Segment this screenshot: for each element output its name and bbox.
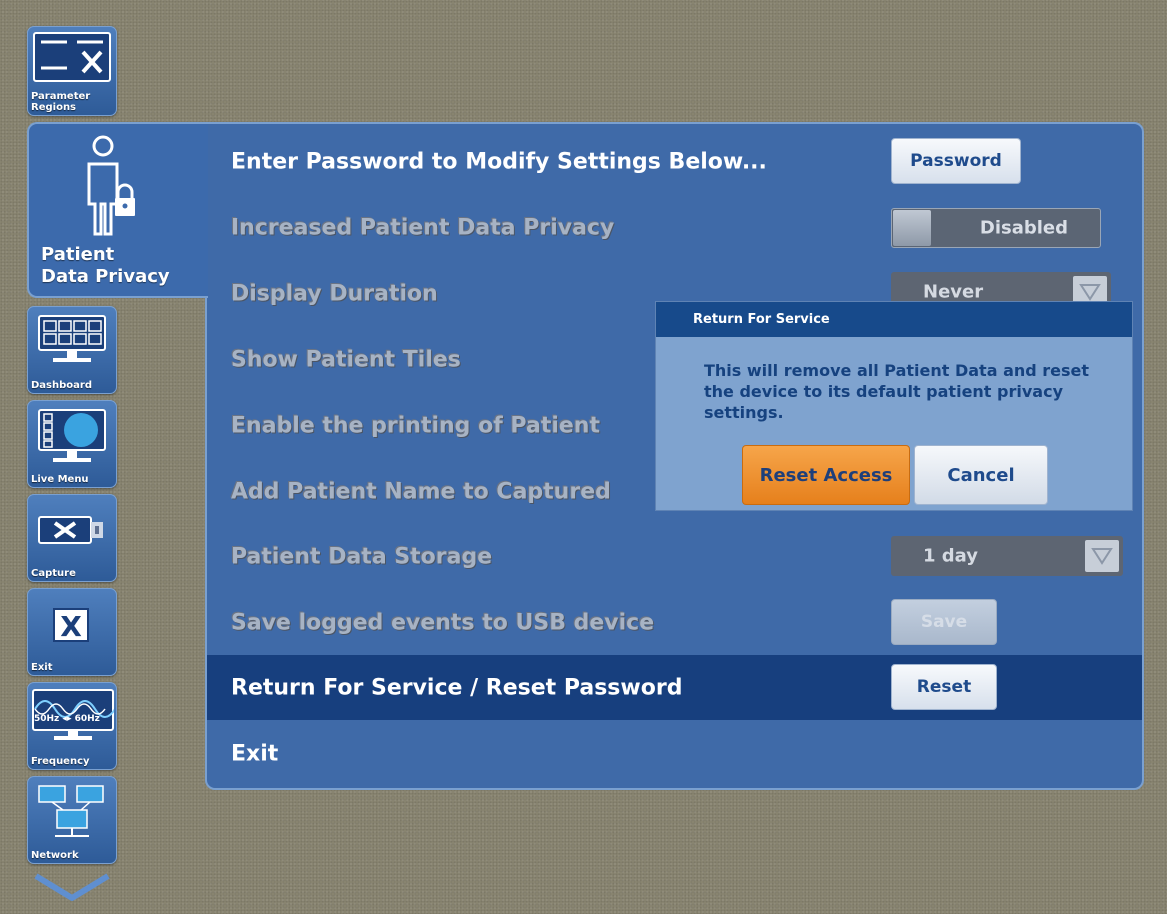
settings-row-password: Enter Password to Modify Settings Below.…	[207, 129, 1142, 194]
sidebar-tile-live-menu[interactable]: Live Menu	[27, 400, 117, 488]
svg-text:X: X	[60, 610, 82, 643]
network-icon	[33, 782, 111, 846]
tile-label: Dashboard	[31, 380, 92, 391]
select-value: Never	[923, 281, 984, 303]
capture-usb-icon	[33, 513, 111, 553]
reset-access-button[interactable]: Reset Access	[742, 445, 910, 505]
settings-row-label: Patient Data Storage	[231, 544, 493, 569]
patient-lock-icon	[81, 134, 141, 243]
scroll-down-chevron-icon[interactable]	[32, 872, 112, 908]
sidebar-tile-dashboard[interactable]: Dashboard	[27, 306, 117, 394]
toggle-knob	[893, 210, 931, 246]
select-value: 1 day	[923, 545, 979, 567]
dialog-title: Return For Service	[656, 302, 1132, 337]
tile-label: Exit	[31, 662, 53, 673]
sidebar-tile-exit[interactable]: X Exit	[27, 588, 117, 676]
chevron-down-icon	[1085, 540, 1119, 572]
settings-row-label: Return For Service / Reset Password	[231, 675, 683, 700]
cancel-button[interactable]: Cancel	[914, 445, 1048, 505]
settings-row-label: Display Duration	[231, 281, 438, 306]
settings-row-label: Show Patient Tiles	[231, 347, 461, 372]
privacy-toggle[interactable]: Disabled	[891, 208, 1101, 248]
tile-label: Patient Data Privacy	[41, 244, 170, 287]
live-menu-icon	[33, 406, 111, 472]
tile-label: Frequency	[31, 756, 90, 767]
settings-row-label: Save logged events to USB device	[231, 610, 655, 635]
settings-row-label: Increased Patient Data Privacy	[231, 215, 615, 240]
tile-label: Capture	[31, 568, 76, 579]
settings-row-label: Exit	[231, 741, 279, 766]
toggle-state: Disabled	[979, 217, 1068, 239]
settings-row-exit[interactable]: Exit	[207, 721, 1142, 786]
settings-row-label: Add Patient Name to Captured	[231, 479, 611, 504]
sidebar-tile-frequency[interactable]: 50Hz ◂▸ 60Hz Frequency	[27, 682, 117, 770]
settings-row-reset[interactable]: Return For Service / Reset Password Rese…	[207, 655, 1142, 720]
tile-label: Network	[31, 850, 79, 861]
save-button[interactable]: Save	[891, 599, 997, 645]
sidebar-tile-parameter-regions[interactable]: Parameter Regions	[27, 26, 117, 116]
sidebar-tile-patient-data-privacy[interactable]: Patient Data Privacy	[27, 122, 208, 298]
reset-button[interactable]: Reset	[891, 664, 997, 710]
return-for-service-dialog: Return For Service This will remove all …	[655, 301, 1133, 511]
exit-x-icon: X	[52, 607, 92, 647]
sidebar-tile-network[interactable]: Network	[27, 776, 117, 864]
tile-label: Live Menu	[31, 474, 89, 485]
settings-row-usb: Save logged events to USB device Save	[207, 590, 1142, 655]
dialog-message: This will remove all Patient Data and re…	[704, 361, 1090, 422]
password-button[interactable]: Password	[891, 138, 1021, 184]
settings-row-label: Enter Password to Modify Settings Below.…	[231, 149, 767, 174]
sidebar-tile-capture[interactable]: Capture	[27, 494, 117, 582]
data-storage-select[interactable]: 1 day	[891, 536, 1123, 576]
tile-label: Parameter Regions	[31, 91, 91, 113]
settings-row-label: Enable the printing of Patient	[231, 413, 600, 438]
frequency-icon-text: 50Hz ◂▸ 60Hz	[34, 714, 100, 724]
dashboard-icon	[33, 312, 111, 378]
parameter-regions-icon	[33, 32, 111, 88]
